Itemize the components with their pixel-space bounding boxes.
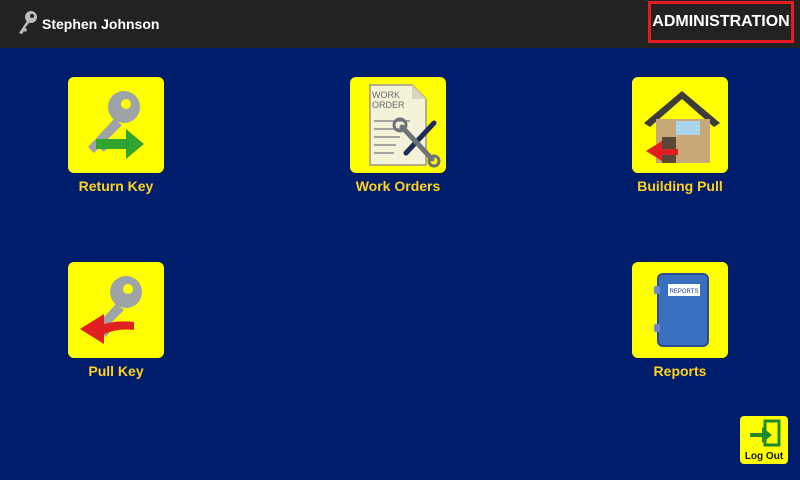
work-order-doc-line1: WORK — [372, 90, 400, 100]
return-key-button[interactable]: Return Key — [31, 77, 201, 197]
reports-doc-label: REPORTS — [670, 289, 699, 295]
return-key-icon — [68, 77, 164, 173]
user-info: Stephen Johnson — [16, 9, 160, 40]
reports-button[interactable]: REPORTS Reports — [595, 262, 765, 382]
reports-label: Reports — [653, 363, 707, 379]
work-orders-button[interactable]: WORK ORDER Work Orders — [313, 77, 483, 197]
log-out-button[interactable]: Log Out — [740, 416, 788, 464]
top-bar: Stephen Johnson ADMINISTRATION — [0, 0, 800, 48]
building-pull-button[interactable]: Building Pull — [595, 77, 765, 197]
work-order-icon: WORK ORDER — [350, 77, 446, 173]
building-pull-icon — [632, 77, 728, 173]
work-orders-label: Work Orders — [355, 178, 441, 194]
administration-button[interactable]: ADMINISTRATION — [648, 1, 794, 43]
user-name: Stephen Johnson — [42, 16, 160, 32]
pull-key-label: Pull Key — [88, 363, 144, 379]
work-order-doc-line2: ORDER — [372, 100, 405, 110]
pull-key-button[interactable]: Pull Key — [31, 262, 201, 382]
key-icon — [16, 9, 40, 40]
reports-icon: REPORTS — [632, 262, 728, 358]
pull-key-icon — [68, 262, 164, 358]
return-key-label: Return Key — [78, 178, 154, 194]
building-pull-label: Building Pull — [637, 178, 723, 194]
log-out-label: Log Out — [744, 451, 784, 462]
